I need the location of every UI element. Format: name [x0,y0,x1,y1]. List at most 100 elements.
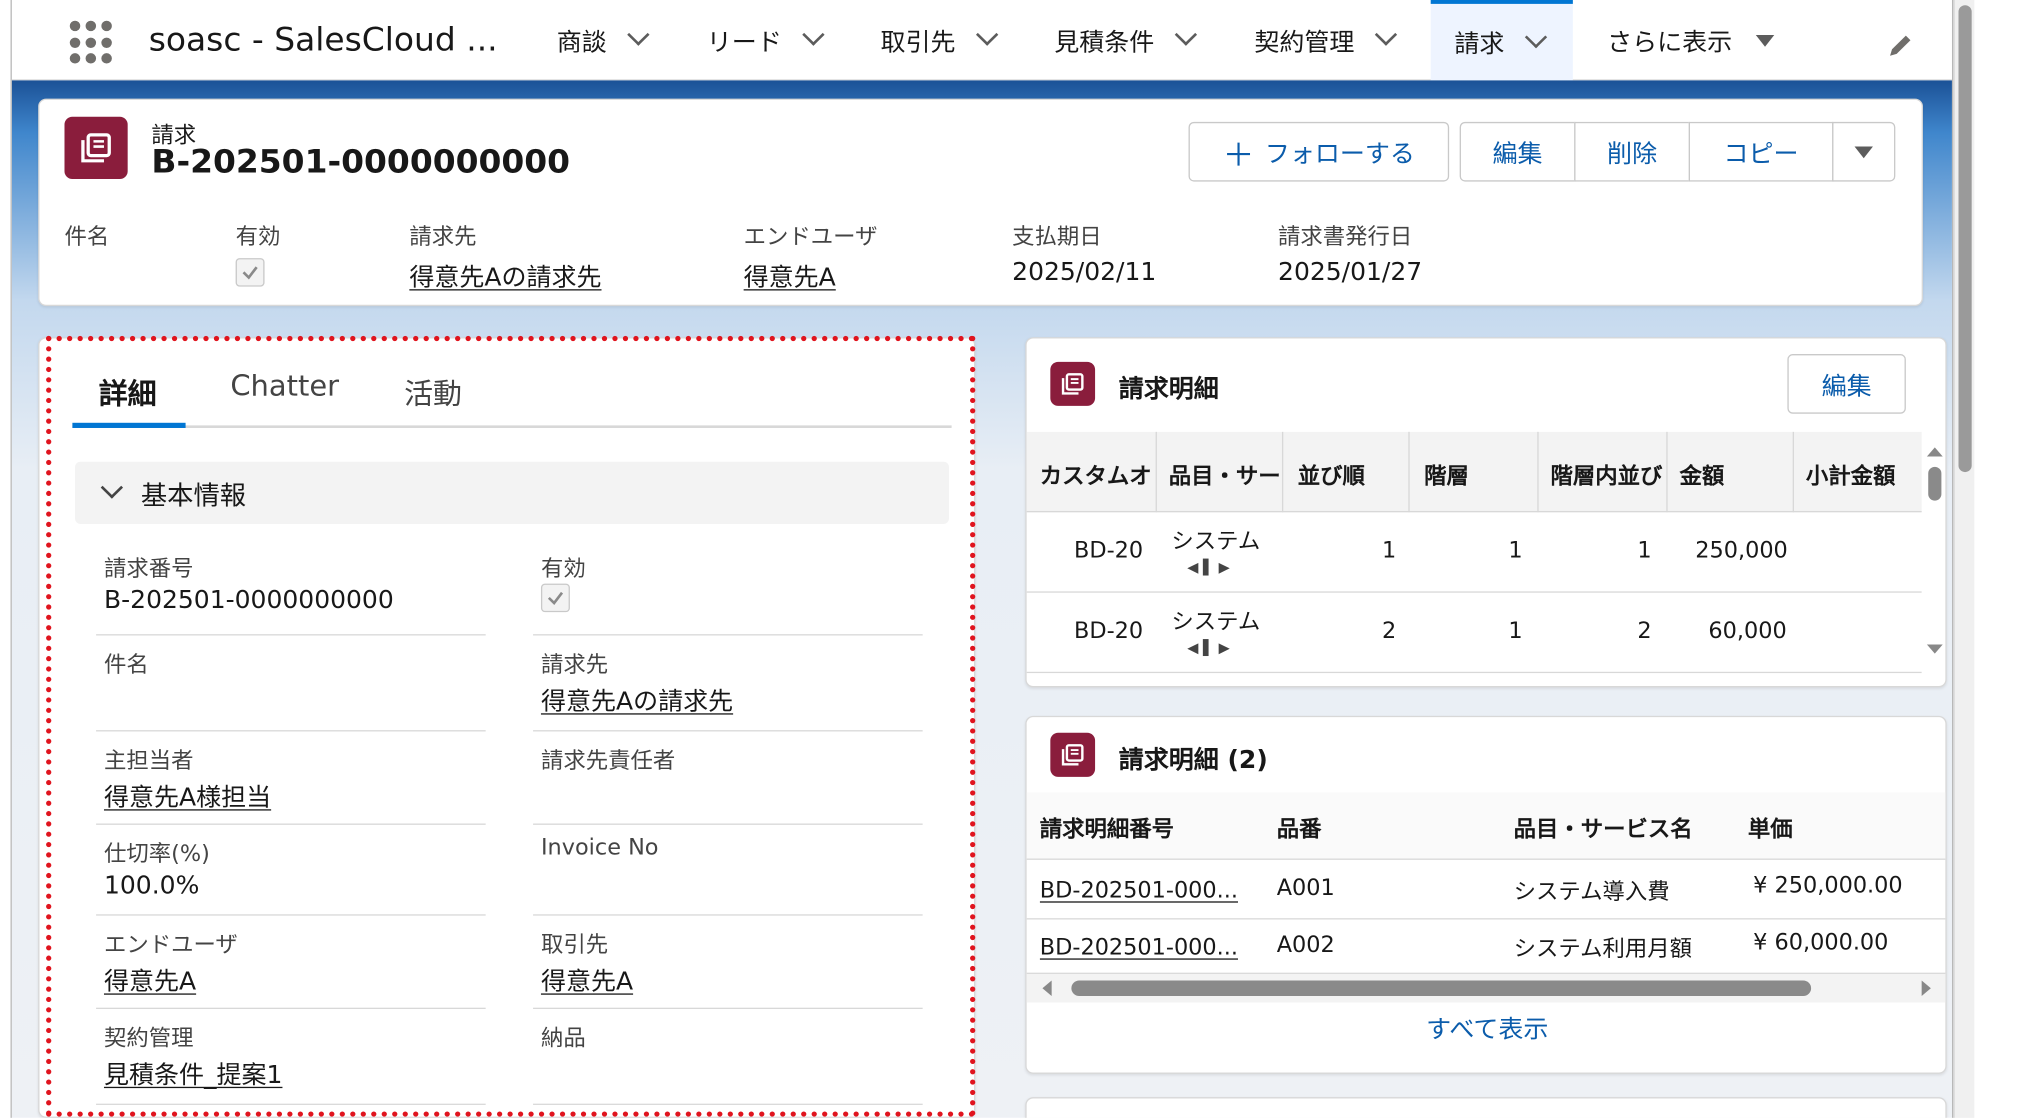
scrollbar-thumb[interactable] [1928,466,1942,501]
line-code: A001 [1276,875,1335,902]
bill-to-link[interactable]: 得意先Aの請求先 [541,682,733,717]
owner-link[interactable]: 得意先A様担当 [104,778,271,813]
line-item: システム [1171,609,1261,636]
column-header[interactable]: 品目・サービス名 [1514,811,1693,843]
nav-item-opportunities[interactable]: 商談 [557,0,650,80]
table-row [1026,593,1922,674]
follow-button[interactable]: ＋ フォローする [1188,121,1450,182]
field-value: 100.0% [103,871,200,901]
more-actions-button[interactable] [1832,121,1896,182]
nav-item-accounts[interactable]: 取引先 [881,0,999,80]
nav-item-label: リード [706,27,782,57]
line-name: システム導入費 [1513,879,1670,906]
app-name: soasc - SalesCloud ... [148,20,498,59]
chevron-down-icon[interactable] [1174,23,1198,46]
line-item: システム [1171,529,1261,556]
line-number-link[interactable]: BD-202501-000... [1040,935,1238,961]
line-level: 1 [1508,538,1523,565]
chevron-down-icon[interactable] [627,23,650,46]
field-account: 取引先得意先A [533,916,923,1009]
line-price: ¥ 250,000.00 [1753,872,1903,899]
chevron-down-icon[interactable] [100,476,124,499]
view-all-link[interactable]: すべて表示 [1027,1010,1946,1045]
nav-item-leads[interactable]: リード [706,0,825,80]
chevron-down-icon[interactable] [976,23,999,46]
invoice-lines-related-list: 請求明細 (2) 請求明細番号 品番 品目・サービス名 単価 BD-202501… [1025,715,1947,1074]
card-title: 請求明細 [1118,374,1219,404]
edit-nav-pencil-icon[interactable] [1886,31,1915,60]
column-header[interactable]: 請求明細番号 [1040,811,1174,843]
column-header[interactable]: 金額 [1679,458,1792,490]
contract-link[interactable]: 見積条件_提案1 [104,1056,282,1091]
line-level-order: 2 [1637,618,1652,645]
field-label: エンドユーザ [103,932,238,959]
account-link[interactable]: 得意先A [541,962,633,997]
column-header[interactable]: 品目・サー [1169,458,1282,490]
column-header[interactable]: カスタムオ [1040,458,1156,490]
tab-activity[interactable]: 活動 [404,371,462,413]
checkmark-icon [547,591,564,606]
field-label: 取引先 [540,932,609,959]
field-label: 仕切率(%) [103,841,210,868]
follow-button-label: フォローする [1264,139,1415,168]
window-vertical-scrollbar[interactable] [1953,0,1975,1118]
scroll-up-icon[interactable] [1926,447,1943,457]
line-level-order: 1 [1637,538,1652,565]
column-divider [1155,431,1157,513]
nav-item-label: 見積条件 [1054,27,1155,57]
scrollbar-thumb[interactable] [1958,5,1972,473]
tab-chatter[interactable]: Chatter [230,371,339,403]
line-custom-link[interactable]: BD-20 [1074,619,1143,645]
edit-button[interactable]: 編集 [1459,121,1576,182]
field-value: B-202501-0000000000 [103,586,394,615]
scrollbar-thumb[interactable] [1071,980,1812,997]
nav-item-contracts[interactable]: 契約管理 [1254,0,1398,80]
field-bill-to-contact: 請求先責任者 [533,731,923,825]
field-end-user: エンドユーザ得意先A [96,916,486,1009]
section-basic-info[interactable]: 基本情報 [75,461,949,524]
column-header[interactable]: 階層 [1424,458,1537,490]
line-price: ¥ 60,000.00 [1753,929,1889,956]
chevron-down-icon[interactable] [802,23,825,46]
highlight-bill-to: 請求先得意先Aの請求先 [409,218,601,293]
field-contract: 契約管理 見積条件_提案1 [96,1009,486,1105]
app-launcher-icon[interactable] [69,20,115,65]
line-amount: 250,000 [1695,538,1788,565]
delete-button[interactable]: 削除 [1574,121,1691,182]
nav-item-quote-terms[interactable]: 見積条件 [1054,0,1198,80]
column-header[interactable]: 階層内並び [1550,458,1663,490]
line-number-link[interactable]: BD-202501-000... [1040,878,1238,904]
field-label: 支払期日 [1012,224,1102,251]
line-custom-link[interactable]: BD-20 [1074,538,1143,564]
field-active: 有効 [533,540,923,636]
column-header[interactable]: 並び順 [1298,458,1411,490]
scroll-down-icon[interactable] [1926,644,1943,654]
caret-down-icon[interactable] [1755,34,1775,47]
edit-lines-button[interactable]: 編集 [1787,354,1906,414]
nav-item-more[interactable]: さらに表示 [1607,0,1775,80]
copy-button[interactable]: コピー [1688,121,1834,182]
highlight-end-user: エンドユーザ 得意先A [744,218,878,293]
app-window: soasc - SalesCloud ... 商談 リード 取引先 見積条件 契… [10,0,1954,1118]
column-header[interactable]: 小計金額 [1806,458,1919,490]
invoice-line-object-icon [1050,361,1096,406]
invoice-object-icon [64,116,128,179]
chevron-down-icon[interactable] [1524,25,1548,48]
column-header[interactable]: 品番 [1277,811,1322,843]
bill-to-link[interactable]: 得意先Aの請求先 [409,258,601,293]
scroll-right-icon[interactable] [1921,980,1931,997]
tab-details[interactable]: 詳細 [99,371,157,413]
field-label: 請求先 [409,224,477,251]
scroll-left-icon[interactable] [1042,980,1052,997]
next-related-card [1025,1097,1947,1118]
end-user-link[interactable]: 得意先A [744,258,878,293]
table-vertical-scrollbar[interactable] [1926,447,1943,655]
column-resize-icon[interactable]: ◀ ▌ ▶ [1187,559,1230,576]
chevron-down-icon[interactable] [1374,23,1398,46]
nav-item-invoices[interactable]: 請求 [1430,0,1573,81]
end-user-link[interactable]: 得意先A [104,962,196,997]
table-horizontal-scrollbar[interactable] [1026,973,1946,1003]
active-checkbox [235,258,265,287]
column-header[interactable]: 単価 [1748,811,1793,843]
column-resize-icon[interactable]: ◀ ▌ ▶ [1187,639,1230,656]
